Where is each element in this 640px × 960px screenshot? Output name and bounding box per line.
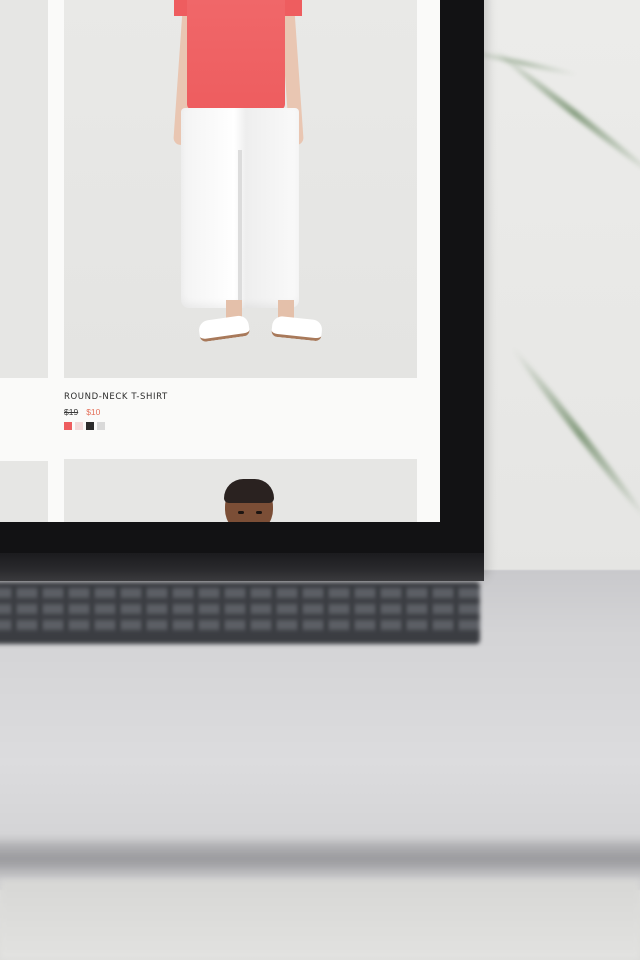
key-row (0, 604, 480, 614)
original-price: $19 (64, 407, 79, 417)
sandal (271, 315, 323, 342)
table-surface (0, 880, 640, 960)
model-eye (256, 511, 262, 514)
previous-product-image[interactable] (0, 461, 48, 522)
trouser-gap (238, 150, 242, 308)
product-name[interactable]: ROUND-NECK T-SHIRT (64, 392, 364, 402)
key-row (0, 620, 480, 630)
photo-scene: ROUND-NECK T-SHIRT $19 $10 (0, 0, 640, 960)
model-eye (238, 511, 244, 514)
tshirt (187, 0, 285, 110)
sandal (197, 314, 251, 343)
color-swatch[interactable] (97, 422, 105, 430)
laptop-screen: ROUND-NECK T-SHIRT $19 $10 (0, 0, 440, 522)
color-swatch[interactable] (75, 422, 83, 430)
laptop-edge (0, 840, 640, 880)
color-swatch[interactable] (64, 422, 72, 430)
sale-price: $10 (86, 407, 101, 417)
laptop-keyboard (0, 582, 480, 644)
product-info: ROUND-NECK T-SHIRT $19 $10 (64, 392, 364, 430)
color-swatch[interactable] (86, 422, 94, 430)
previous-product-image[interactable] (0, 0, 48, 378)
next-product-image[interactable] (64, 459, 417, 522)
laptop-hinge (0, 553, 484, 581)
model-hair (224, 479, 274, 503)
plant-leaf (490, 46, 640, 181)
product-image[interactable] (64, 0, 417, 378)
plant-leaf (509, 344, 640, 524)
key-row (0, 588, 480, 598)
price-row: $19 $10 (64, 407, 364, 417)
color-swatches (64, 422, 364, 430)
